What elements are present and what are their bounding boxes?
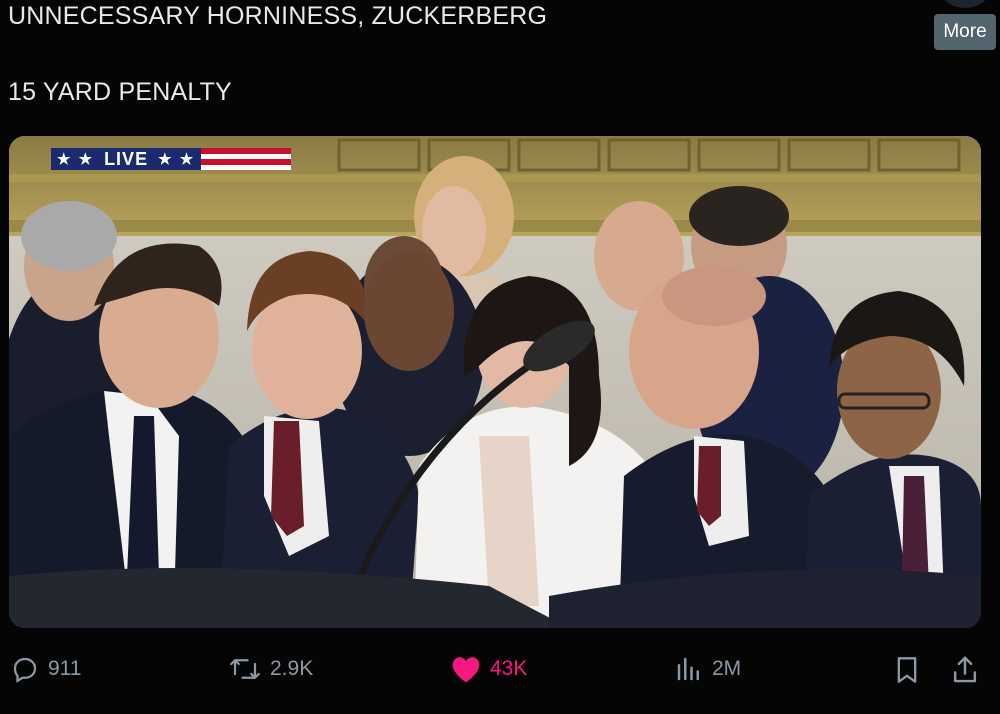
tweet-text-line-1: UNNECESSARY HORNINESS, ZUCKERBERG — [8, 2, 548, 30]
live-stars-left: ★ ★ — [57, 151, 95, 168]
share-icon — [953, 656, 977, 683]
bookmark-icon — [897, 657, 917, 683]
like-count: 43K — [490, 657, 528, 680]
live-badge: ★ ★ LIVE ★ ★ — [51, 148, 292, 170]
more-button[interactable]: More — [934, 14, 996, 50]
video-frame-scene — [9, 136, 981, 628]
views-count: 2M — [712, 657, 742, 680]
heart-icon — [452, 657, 480, 683]
reply-count: 911 — [48, 657, 82, 680]
live-label: LIVE — [104, 148, 149, 169]
tweet-text-line-2: 15 YARD PENALTY — [8, 78, 232, 106]
reply-icon — [13, 657, 37, 683]
share-button[interactable] — [950, 654, 980, 686]
repost-icon — [230, 659, 260, 679]
flag-stripes — [201, 148, 292, 170]
views-button[interactable]: 2M — [674, 654, 741, 684]
views-icon — [677, 657, 699, 681]
tweet-action-bar: 911 2.9K 43K 2M — [0, 648, 1000, 696]
repost-button[interactable]: 2.9K — [228, 654, 313, 684]
tweet-media-video[interactable]: ★ ★ LIVE ★ ★ — [9, 136, 981, 628]
like-button[interactable]: 43K — [450, 654, 527, 684]
repost-count: 2.9K — [270, 657, 314, 680]
tweet-view: UNNECESSARY HORNINESS, ZUCKERBERG 15 YAR… — [0, 0, 1000, 714]
reply-button[interactable]: 911 — [10, 654, 81, 684]
bookmark-button[interactable] — [893, 654, 921, 686]
avatar[interactable] — [940, 0, 990, 8]
live-stars-right: ★ ★ — [158, 151, 196, 168]
